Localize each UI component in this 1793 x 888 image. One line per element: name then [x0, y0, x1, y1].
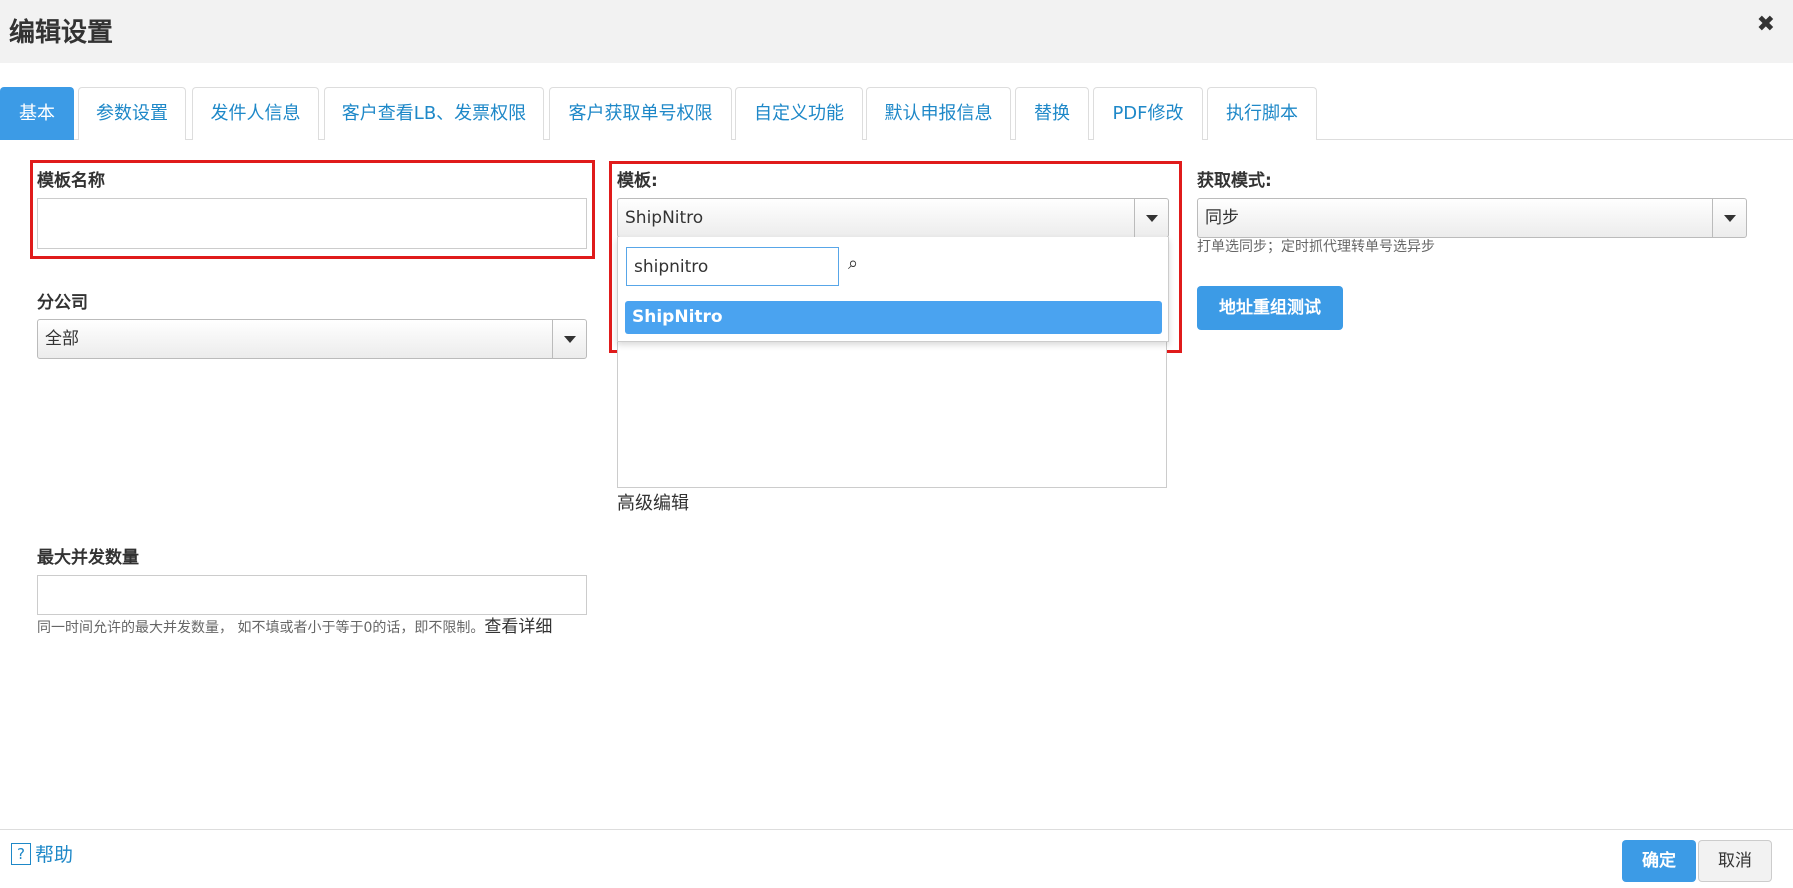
tab-pdf-edit[interactable]: PDF修改 — [1093, 87, 1203, 140]
dialog-title: 编辑设置 — [9, 18, 114, 48]
max-concurrency-label: 最大并发数量 — [37, 548, 139, 568]
chevron-down-icon[interactable] — [552, 320, 586, 358]
tab-customer-tracking-permissions[interactable]: 客户获取单号权限 — [549, 87, 732, 140]
tab-sender-info[interactable]: 发件人信息 — [192, 87, 319, 140]
template-select-value: ShipNitro — [625, 208, 704, 228]
address-test-button[interactable]: 地址重组测试 — [1197, 286, 1343, 330]
template-select[interactable]: ShipNitro — [617, 198, 1169, 238]
template-dropdown: ⌕ ShipNitro — [617, 237, 1169, 342]
template-name-label: 模板名称 — [37, 171, 105, 191]
help-link[interactable]: ? 帮助 — [11, 840, 73, 867]
max-concurrency-hint-text: 同一时间允许的最大并发数量， 如不填或者小于等于0的话，即不限制。 — [37, 620, 485, 636]
close-icon[interactable]: ✖ — [1757, 12, 1775, 37]
max-concurrency-hint: 同一时间允许的最大并发数量， 如不填或者小于等于0的话，即不限制。查看详细 — [37, 616, 592, 639]
template-label: 模板: — [617, 171, 658, 191]
branch-select-value: 全部 — [45, 329, 79, 349]
branch-select[interactable]: 全部 — [37, 319, 587, 359]
tab-bar: 基本 参数设置 发件人信息 客户查看LB、发票权限 客户获取单号权限 自定义功能… — [0, 87, 1793, 140]
tab-custom-functions[interactable]: 自定义功能 — [735, 87, 863, 140]
ok-button[interactable]: 确定 — [1622, 840, 1696, 882]
fetch-mode-select-value: 同步 — [1205, 208, 1239, 228]
template-option-shipnitro[interactable]: ShipNitro — [625, 301, 1162, 334]
cancel-button[interactable]: 取消 — [1698, 840, 1772, 882]
template-content-textarea[interactable] — [617, 340, 1167, 488]
branch-label: 分公司 — [37, 293, 88, 313]
chevron-down-icon[interactable] — [1712, 199, 1746, 237]
tab-parameters[interactable]: 参数设置 — [78, 87, 186, 140]
tab-customer-view-permissions[interactable]: 客户查看LB、发票权限 — [324, 87, 544, 140]
tab-replace[interactable]: 替换 — [1015, 87, 1089, 140]
fetch-mode-label: 获取模式: — [1197, 171, 1272, 191]
fetch-mode-select[interactable]: 同步 — [1197, 198, 1747, 238]
chevron-down-icon[interactable] — [1134, 199, 1168, 237]
help-label: 帮助 — [35, 844, 74, 866]
advanced-edit-link[interactable]: 高级编辑 — [617, 489, 689, 515]
view-details-link[interactable]: 查看详细 — [484, 617, 552, 637]
dialog-header: 编辑设置 ✖ — [0, 0, 1793, 63]
tab-basic[interactable]: 基本 — [0, 87, 74, 140]
template-name-input[interactable] — [37, 198, 587, 249]
max-concurrency-input[interactable] — [37, 575, 587, 615]
question-icon: ? — [11, 842, 31, 865]
dialog-footer: ? 帮助 确定 取消 — [0, 829, 1793, 888]
fetch-mode-hint: 打单选同步；定时抓代理转单号选异步 — [1197, 239, 1435, 255]
tab-default-declaration[interactable]: 默认申报信息 — [866, 87, 1011, 140]
search-icon[interactable]: ⌕ — [848, 253, 858, 274]
tab-run-script[interactable]: 执行脚本 — [1207, 87, 1317, 140]
template-search-input[interactable] — [626, 247, 839, 286]
